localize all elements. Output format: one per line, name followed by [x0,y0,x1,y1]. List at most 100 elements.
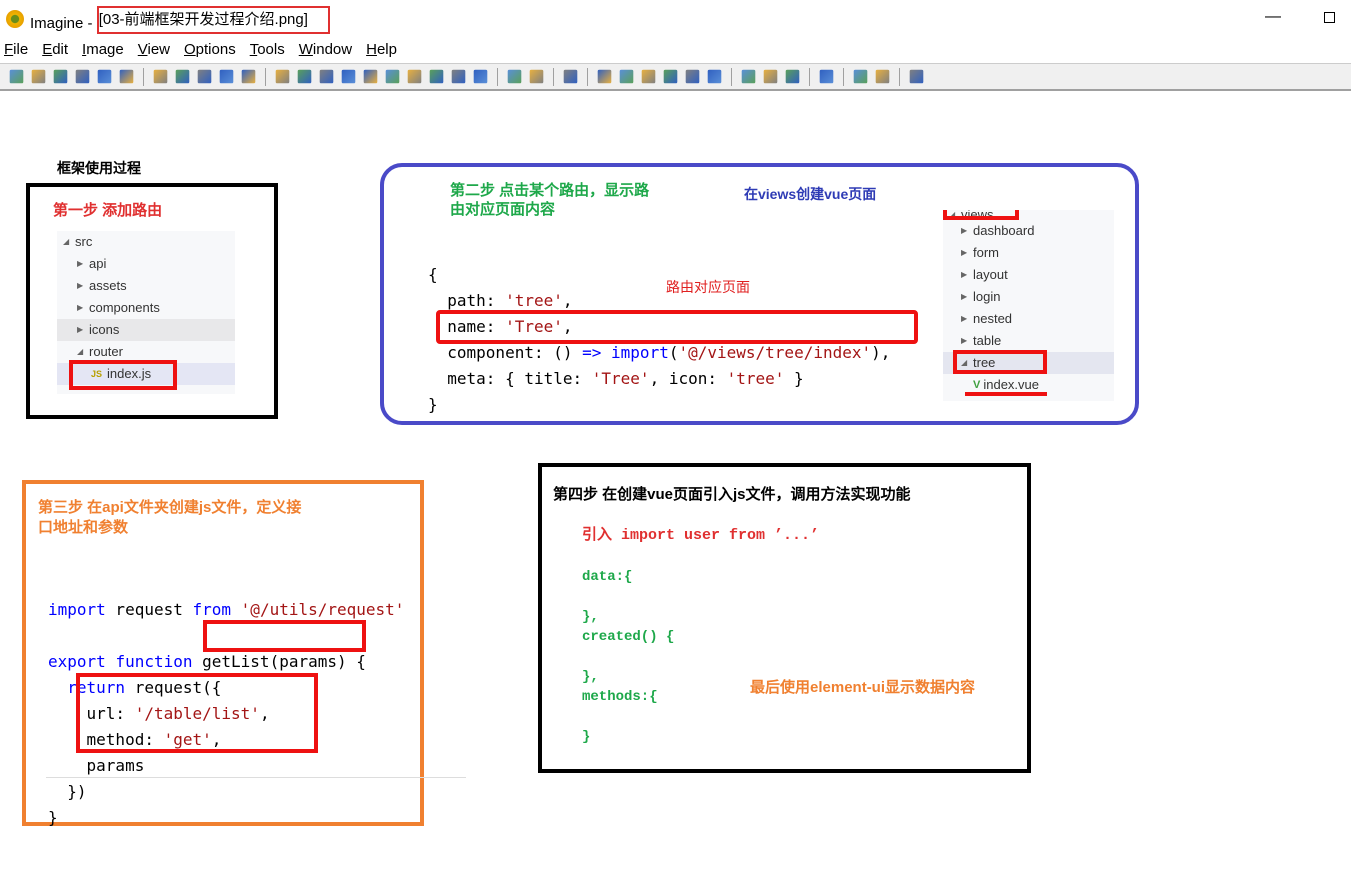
toolbar [0,63,1351,91]
views-note: 在views创建vue页面 [744,186,877,202]
menu-tools[interactable]: Tools [246,40,285,62]
tree-item[interactable]: ◢ views [943,210,1114,221]
import-line: 引入 import user from ’...’ [582,527,820,544]
step1-heading: 第一步 添加路由 [53,202,163,219]
next-icon[interactable] [119,69,134,84]
flip-icon[interactable] [341,69,356,84]
menu-edit[interactable]: Edit [38,40,68,62]
filter-icon[interactable] [473,69,488,84]
redo-icon[interactable] [241,69,256,84]
paste-icon[interactable] [197,69,212,84]
menu-help[interactable]: Help [362,40,397,62]
monitor-icon[interactable] [741,69,756,84]
toolbar-separator [899,67,900,86]
element-ui-note: 最后使用element-ui显示数据内容 [750,679,976,696]
tree-item[interactable]: JS index.js [57,360,235,390]
camera-icon[interactable] [297,69,312,84]
undo-icon[interactable] [219,69,234,84]
print-icon[interactable] [75,69,90,84]
code-line: }, [582,669,599,685]
magic-icon[interactable] [641,69,656,84]
menu-file[interactable]: File [0,40,28,62]
collapsed-arrow-icon: ▶ [961,226,968,235]
prev-icon[interactable] [97,69,112,84]
resize-icon[interactable] [319,69,334,84]
fit-icon[interactable] [663,69,678,84]
menu-options[interactable]: Options [180,40,236,62]
app-logo-icon [6,10,24,28]
tree-item[interactable]: ◢ src [57,231,235,253]
wrench-icon[interactable] [819,69,834,84]
grayscale-icon[interactable] [363,69,378,84]
copy-icon[interactable] [175,69,190,84]
page-right-icon[interactable] [529,69,544,84]
collapsed-arrow-icon: ▶ [77,325,84,334]
convert-icon[interactable] [853,69,868,84]
toolbar-separator [265,67,266,86]
tree-item[interactable]: ▶ table [943,330,1114,352]
menu-image[interactable]: Image [78,40,124,62]
step2-heading-line2: 由对应页面内容 [450,201,556,218]
collapsed-arrow-icon: ▶ [961,292,968,301]
menu-bar: File Edit Image View Options Tools Window Help [0,40,1351,62]
tree-item[interactable]: ▶ assets [57,275,235,297]
toolbar-separator [843,67,844,86]
toolbar-separator [809,67,810,86]
new-icon[interactable] [9,69,24,84]
open-icon[interactable] [31,69,46,84]
help-icon[interactable] [909,69,924,84]
code-line: }, [582,609,599,625]
highlight-tree [953,350,1047,374]
info-icon[interactable] [275,69,290,84]
zoom-out-icon[interactable] [619,69,634,84]
batch-icon[interactable] [875,69,890,84]
tree-item[interactable]: ▶ dashboard [943,220,1114,242]
maximize-button[interactable] [1324,12,1335,23]
highlight-views [943,210,1019,220]
minimize-button[interactable]: — [1265,8,1281,26]
tree-item[interactable]: ◢ tree [943,350,1114,374]
toolbar-separator [143,67,144,86]
file-tree: ◢ src ▶ api ▶ assets ▶ components ▶ icons ◢ router J… [57,231,235,394]
step2-box: 第二步 点击某个路由，显示路 由对应页面内容 在views创建vue页面 路由对应… [380,163,1139,425]
crop-icon[interactable] [785,69,800,84]
rotate-icon[interactable] [451,69,466,84]
down-icon[interactable] [429,69,444,84]
collapsed-arrow-icon: ▶ [77,303,84,312]
file-name: [03-前端框架开发过程介绍.png] [96,6,330,34]
page-left-icon[interactable] [507,69,522,84]
page-heading: 框架使用过程 [57,160,141,176]
vue-code: data:{}, created() {}, methods:{} [582,567,674,747]
color-icon[interactable] [407,69,422,84]
tree-item[interactable]: ▶ form [943,242,1114,264]
highlight-component [436,310,918,344]
full-icon[interactable] [707,69,722,84]
collapsed-arrow-icon: ▶ [961,270,968,279]
tree-item[interactable]: ▶ login [943,286,1114,308]
collapsed-arrow-icon: ▶ [77,281,84,290]
paint-icon[interactable] [563,69,578,84]
collapsed-arrow-icon: ▶ [961,248,968,257]
tree-item[interactable]: ▶ api [57,253,235,275]
slideshow-icon[interactable] [763,69,778,84]
menu-window[interactable]: Window [295,40,352,62]
menu-view[interactable]: View [134,40,170,62]
tree-item[interactable]: ▶ icons [57,319,235,341]
collapsed-arrow-icon: ▶ [77,259,84,268]
tree-item[interactable]: Vindex.vue [943,374,1114,396]
tree-item[interactable]: ▶ nested [943,308,1114,330]
cut-icon[interactable] [153,69,168,84]
expanded-arrow-icon: ◢ [63,237,70,246]
actual-icon[interactable] [685,69,700,84]
toolbar-separator [587,67,588,86]
frame-icon[interactable] [385,69,400,84]
save-icon[interactable] [53,69,68,84]
tree-item[interactable]: ▶ components [57,297,235,319]
step3-heading: 第三步 在api文件夹创建js文件，定义接 口地址和参数 [38,499,302,536]
code-line: created() { [582,629,675,645]
underline-index-vue [965,392,1047,396]
code-line: methods:{ [582,689,658,705]
zoom-in-icon[interactable] [597,69,612,84]
tree-item[interactable]: ▶ layout [943,264,1114,286]
